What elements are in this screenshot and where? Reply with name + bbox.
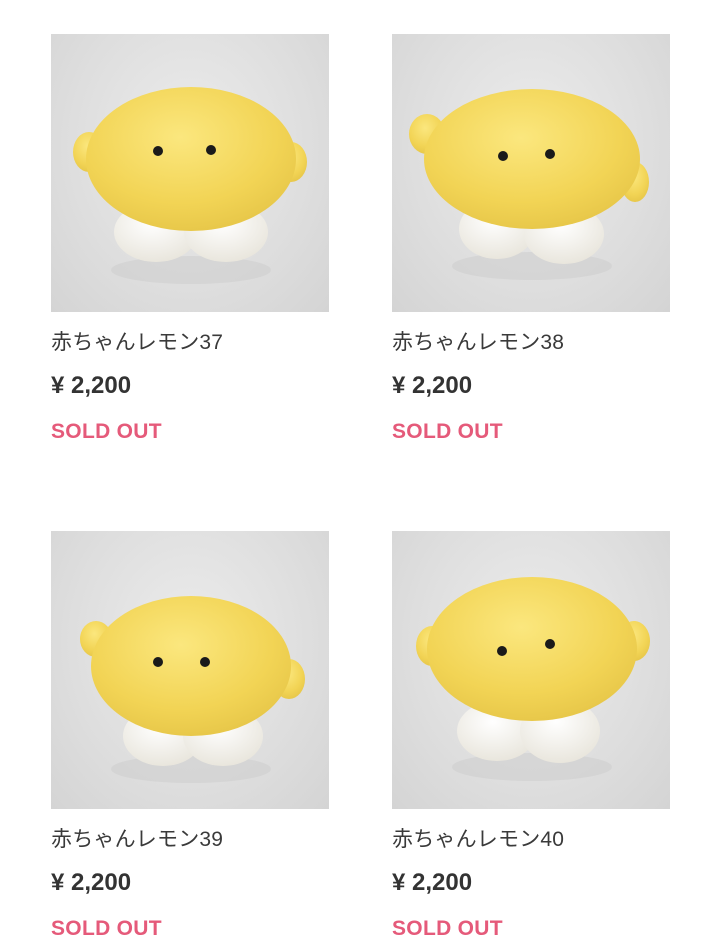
product-grid: 赤ちゃんレモン37 ¥ 2,200 SOLD OUT 赤ちゃんレモン38 ¥ 2… — [0, 0, 720, 951]
product-name[interactable]: 赤ちゃんレモン40 — [392, 827, 670, 853]
product-image[interactable] — [51, 531, 329, 809]
product-card[interactable]: 赤ちゃんレモン40 ¥ 2,200 SOLD OUT — [392, 531, 670, 941]
product-image[interactable] — [392, 34, 670, 312]
product-card[interactable]: 赤ちゃんレモン37 ¥ 2,200 SOLD OUT — [51, 34, 329, 444]
product-price: ¥ 2,200 — [392, 372, 473, 399]
product-card[interactable]: 赤ちゃんレモン38 ¥ 2,200 SOLD OUT — [392, 34, 670, 444]
product-image[interactable] — [51, 34, 329, 312]
lemon-plush-image — [416, 577, 650, 781]
product-image[interactable] — [392, 531, 670, 809]
lemon-plush-image — [80, 596, 305, 783]
sold-out-badge: SOLD OUT — [392, 917, 503, 940]
product-price: ¥ 2,200 — [51, 372, 132, 399]
product-card[interactable]: 赤ちゃんレモン39 ¥ 2,200 SOLD OUT — [51, 531, 329, 941]
lemon-plush-image — [73, 87, 307, 284]
product-name[interactable]: 赤ちゃんレモン39 — [51, 827, 329, 853]
sold-out-badge: SOLD OUT — [51, 420, 162, 443]
product-price: ¥ 2,200 — [392, 869, 473, 896]
product-name[interactable]: 赤ちゃんレモン38 — [392, 330, 670, 356]
sold-out-badge: SOLD OUT — [51, 917, 162, 940]
lemon-plush-image — [409, 89, 649, 280]
product-price: ¥ 2,200 — [51, 869, 132, 896]
product-name[interactable]: 赤ちゃんレモン37 — [51, 330, 329, 356]
sold-out-badge: SOLD OUT — [392, 420, 503, 443]
